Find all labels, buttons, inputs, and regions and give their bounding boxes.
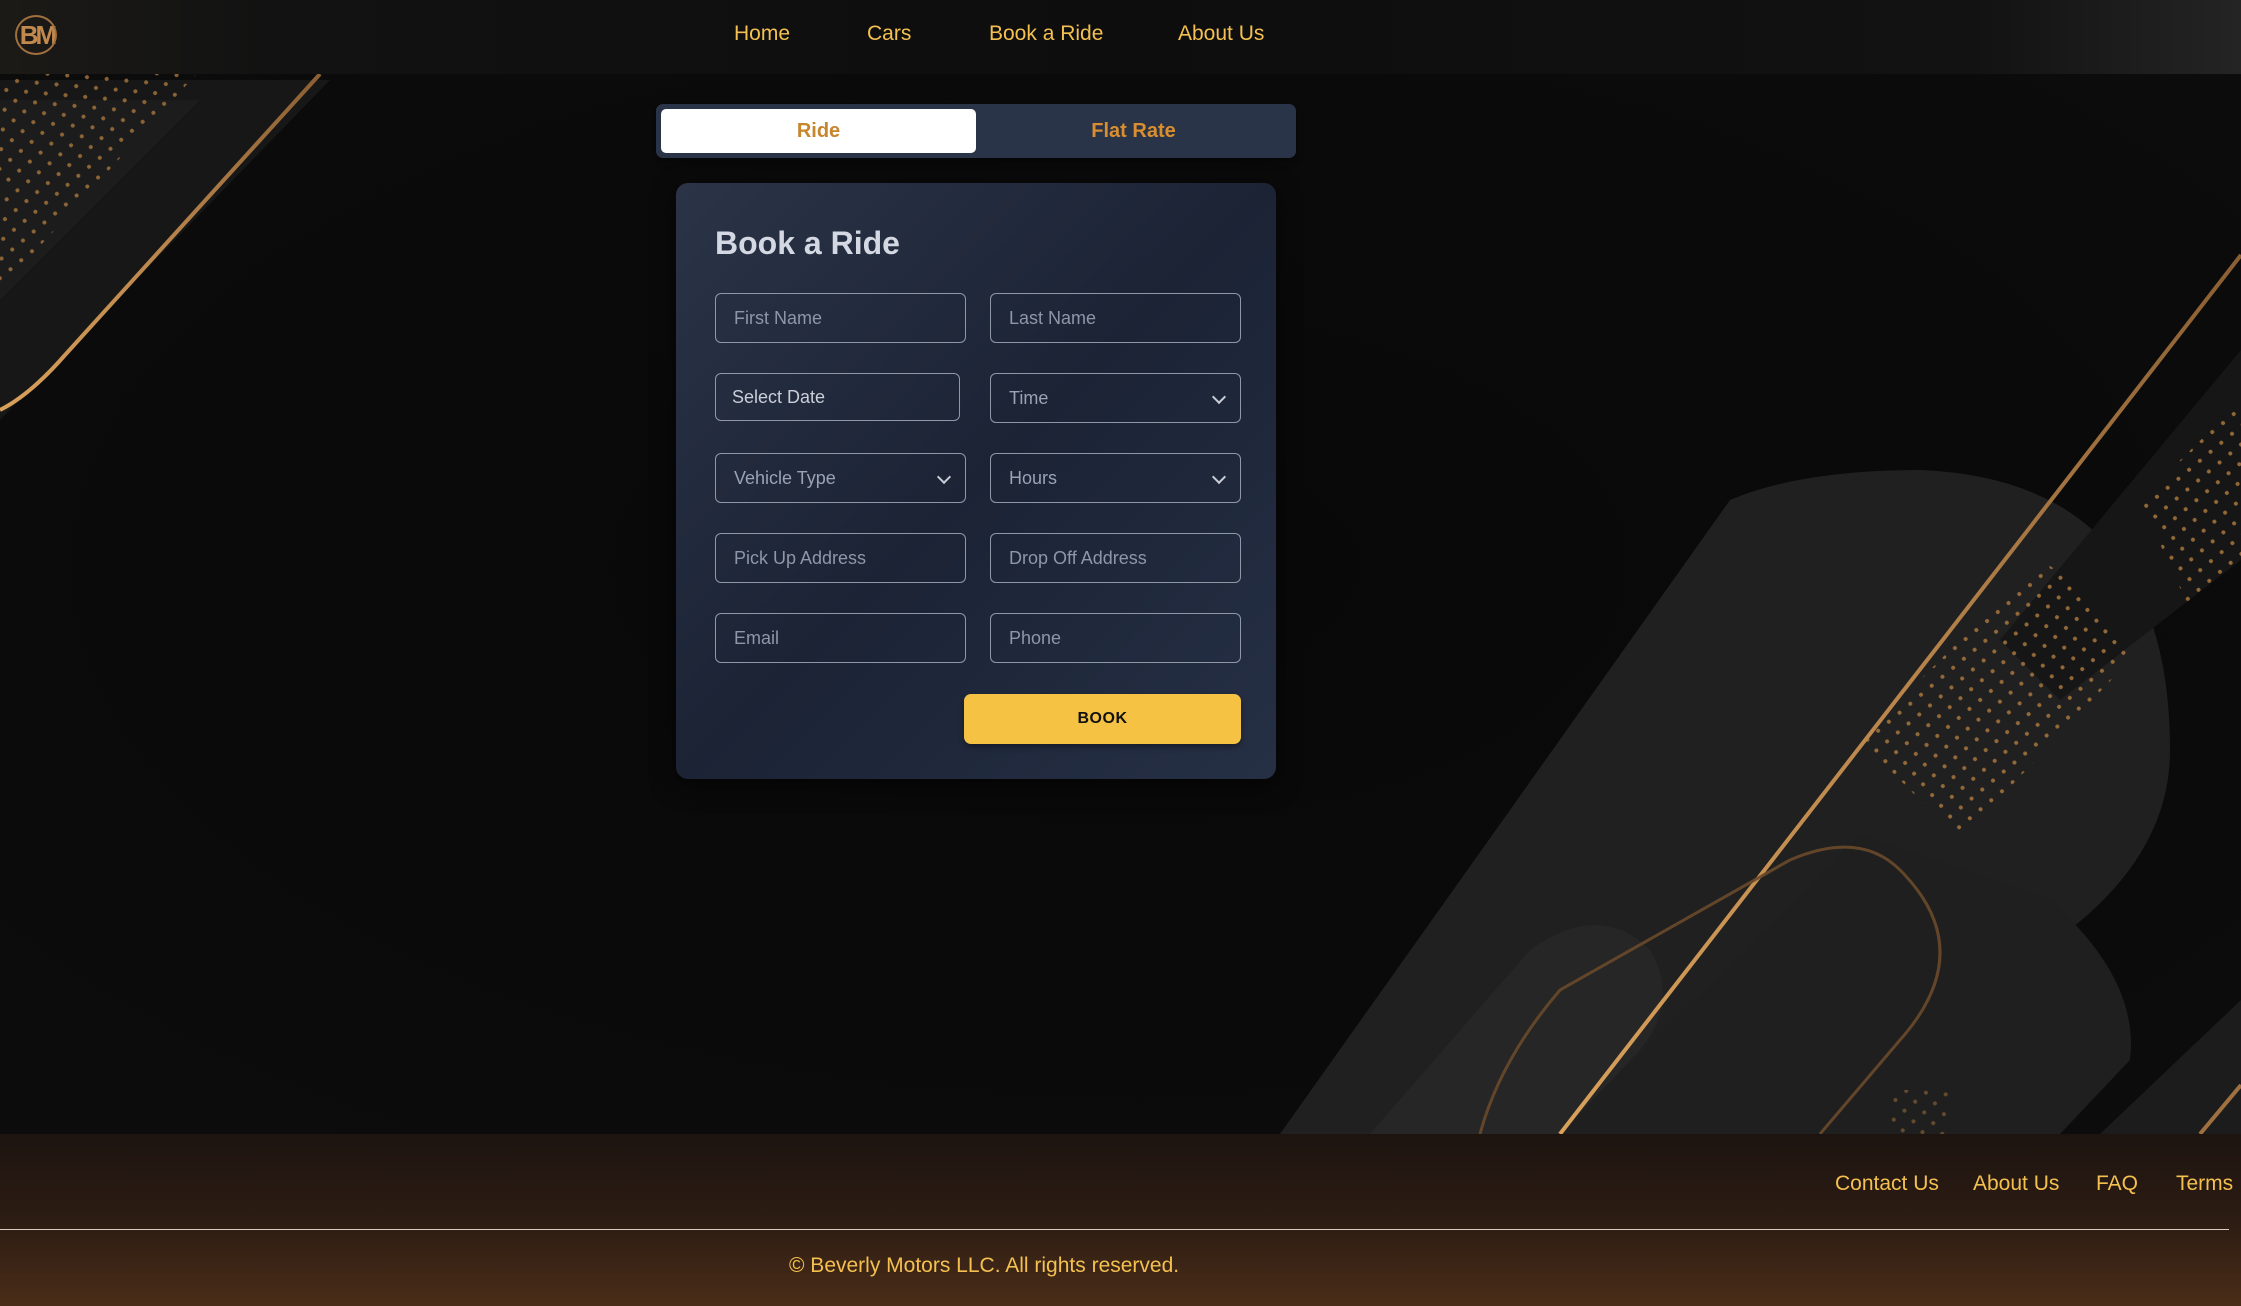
footer-link-contact-us[interactable]: Contact Us [1835, 1172, 1939, 1196]
tab-flat-rate[interactable]: Flat Rate [976, 109, 1291, 153]
date-picker-label: Select Date [732, 386, 826, 407]
nav-link-book-a-ride[interactable]: Book a Ride [989, 22, 1103, 46]
vehicle-type-label: Vehicle Type [734, 467, 836, 488]
chevron-down-icon [936, 469, 952, 485]
time-select[interactable]: Time [990, 373, 1241, 423]
email-input[interactable] [715, 613, 966, 663]
hours-select-label: Hours [1009, 467, 1058, 488]
first-name-input[interactable] [715, 293, 966, 343]
time-select-label: Time [1009, 387, 1049, 408]
chevron-down-icon [1211, 389, 1227, 405]
footer-link-terms[interactable]: Terms [2176, 1172, 2233, 1196]
top-navigation-bar: BM Home Cars Book a Ride About Us [0, 0, 2241, 74]
nav-link-home[interactable]: Home [734, 22, 790, 46]
copyright-text: © Beverly Motors LLC. All rights reserve… [789, 1254, 1180, 1277]
main-nav: Home Cars Book a Ride About Us [0, 22, 2241, 52]
book-button[interactable]: BOOK [964, 694, 1241, 744]
nav-link-about-us[interactable]: About Us [1178, 22, 1264, 46]
dropoff-address-input[interactable] [990, 533, 1241, 583]
footer-link-faq[interactable]: FAQ [2096, 1172, 2138, 1196]
nav-link-cars[interactable]: Cars [867, 22, 911, 46]
phone-input[interactable] [990, 613, 1241, 663]
booking-form-card: Book a Ride Select Date Time Vehicle Typ… [676, 183, 1276, 779]
footer-link-about-us[interactable]: About Us [1973, 1172, 2059, 1196]
hours-select[interactable]: Hours [990, 453, 1241, 503]
last-name-input[interactable] [990, 293, 1241, 343]
tab-ride[interactable]: Ride [661, 109, 976, 153]
form-title: Book a Ride [715, 225, 900, 261]
vehicle-type-select[interactable]: Vehicle Type [715, 453, 966, 503]
date-picker[interactable]: Select Date [715, 373, 960, 421]
footer-divider [0, 1229, 2229, 1230]
pickup-address-input[interactable] [715, 533, 966, 583]
booking-type-toggle: Ride Flat Rate [656, 104, 1296, 158]
chevron-down-icon [1211, 469, 1227, 485]
site-footer: Contact Us About Us FAQ Terms © Beverly … [0, 1134, 2241, 1306]
